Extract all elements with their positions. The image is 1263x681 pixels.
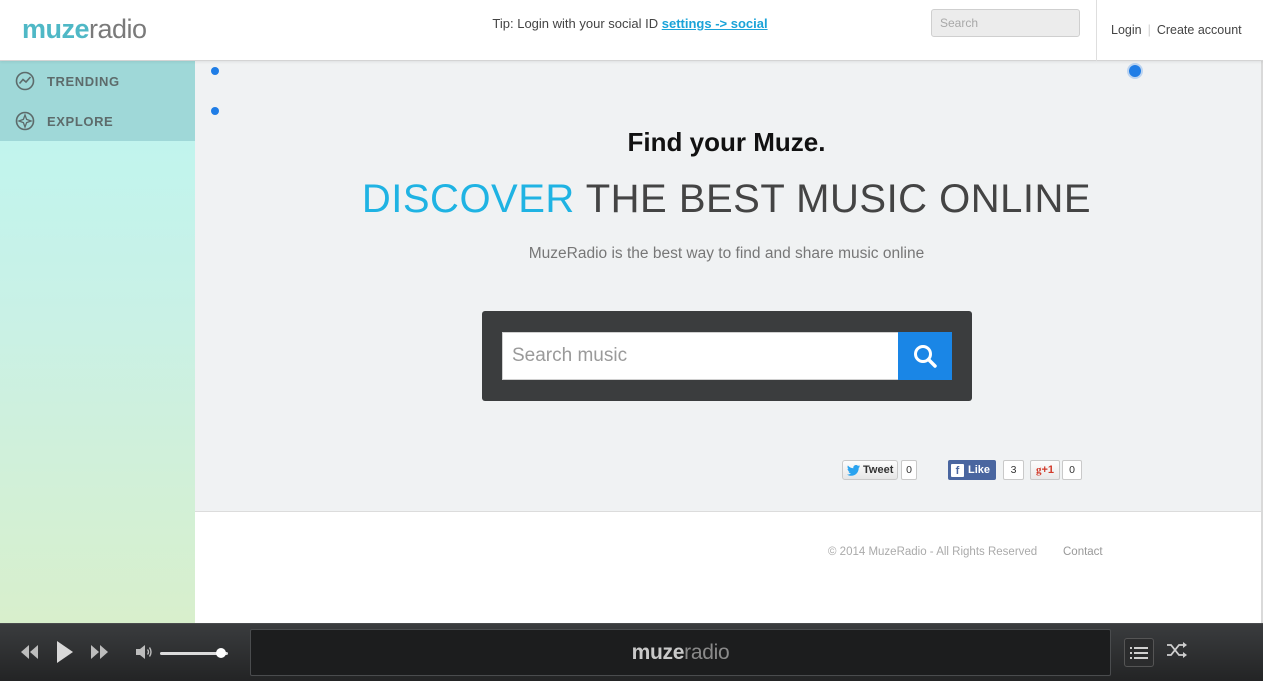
tweet-button[interactable]: Tweet — [842, 460, 898, 480]
speaker-icon — [136, 645, 152, 659]
search-button[interactable] — [898, 332, 952, 380]
settings-social-link[interactable]: settings -> social — [662, 16, 768, 31]
twitter-bird-icon — [847, 464, 860, 476]
player-logo-muze: muze — [631, 641, 685, 664]
play-button[interactable] — [55, 639, 74, 670]
volume-slider-handle[interactable] — [216, 648, 227, 658]
like-label: Like — [968, 464, 991, 476]
tip-text: Tip: Login with your social ID — [492, 16, 662, 31]
hero-accent: DISCOVER — [361, 177, 575, 221]
hero-title: DISCOVER THE BEST MUSIC ONLINE — [195, 177, 1258, 222]
indicator-dot — [1129, 65, 1141, 77]
muzeradio-logo[interactable]: muzeradio — [22, 14, 147, 44]
compass-icon — [15, 111, 35, 131]
sidebar-item-explore[interactable]: EXPLORE — [0, 101, 195, 141]
auth-links: Login | Create account — [1111, 23, 1242, 37]
header-divider — [1096, 0, 1097, 61]
login-tip: Tip: Login with your social ID settings … — [360, 16, 900, 31]
trending-icon — [15, 71, 35, 91]
hero-rest: THE BEST MUSIC ONLINE — [574, 177, 1092, 221]
facebook-like-button[interactable]: f Like — [948, 460, 996, 480]
copyright-text: © 2014 MuzeRadio - All Rights Reserved — [828, 546, 1038, 558]
hero-subtitle: MuzeRadio is the best way to find and sh… — [528, 245, 925, 262]
tweet-label: Tweet — [863, 464, 894, 476]
music-search-panel — [482, 311, 972, 401]
create-account-link[interactable]: Create account — [1157, 23, 1242, 37]
fast-forward-button[interactable] — [90, 644, 109, 665]
shuffle-button[interactable] — [1166, 641, 1188, 664]
indicator-dot — [211, 67, 219, 75]
logo-text-radio: radio — [89, 14, 147, 44]
list-icon — [1130, 646, 1148, 659]
main-content: Find your Muze. DISCOVER THE BEST MUSIC … — [195, 61, 1261, 512]
like-count: 3 — [1003, 460, 1024, 480]
play-icon — [57, 641, 73, 663]
search-icon — [914, 345, 937, 368]
sidebar-nav: TRENDING EXPLORE — [0, 61, 195, 141]
sidebar-item-trending[interactable]: TRENDING — [0, 61, 195, 101]
shuffle-icon — [1167, 642, 1187, 658]
rewind-icon — [21, 645, 38, 659]
header-search-input[interactable] — [931, 9, 1080, 37]
header: muzeradio Tip: Login with your social ID… — [0, 0, 1263, 61]
footer: © 2014 MuzeRadio - All Rights Reserved C… — [195, 512, 1261, 623]
fast-forward-icon — [91, 645, 108, 659]
gplus-text: +1 — [1041, 464, 1055, 476]
sidebar-item-label: TRENDING — [47, 73, 120, 89]
contact-link[interactable]: Contact — [1063, 546, 1103, 558]
player-logo: muzeradio — [251, 641, 1110, 665]
rewind-button[interactable] — [20, 644, 39, 665]
sidebar: TRENDING EXPLORE — [0, 61, 195, 623]
google-plus-button[interactable]: g+1 — [1030, 460, 1060, 480]
player-bar: muzeradio — [0, 623, 1263, 681]
player-logo-radio: radio — [684, 641, 730, 664]
now-playing-display: muzeradio — [250, 629, 1111, 676]
auth-separator: | — [1147, 23, 1151, 37]
playlist-button[interactable] — [1124, 638, 1154, 667]
indicator-dot — [211, 107, 219, 115]
music-search-input[interactable] — [502, 332, 898, 380]
page-headline: Find your Muze. — [627, 127, 826, 157]
gplus-count: 0 — [1062, 460, 1082, 480]
logo-text-muze: muze — [22, 14, 90, 44]
login-link[interactable]: Login — [1111, 23, 1142, 37]
gplus-label: g+1 — [1036, 464, 1054, 476]
facebook-icon: f — [951, 463, 964, 477]
tweet-count: 0 — [901, 460, 917, 480]
sidebar-item-label: EXPLORE — [47, 113, 114, 129]
volume-button[interactable] — [135, 644, 153, 665]
